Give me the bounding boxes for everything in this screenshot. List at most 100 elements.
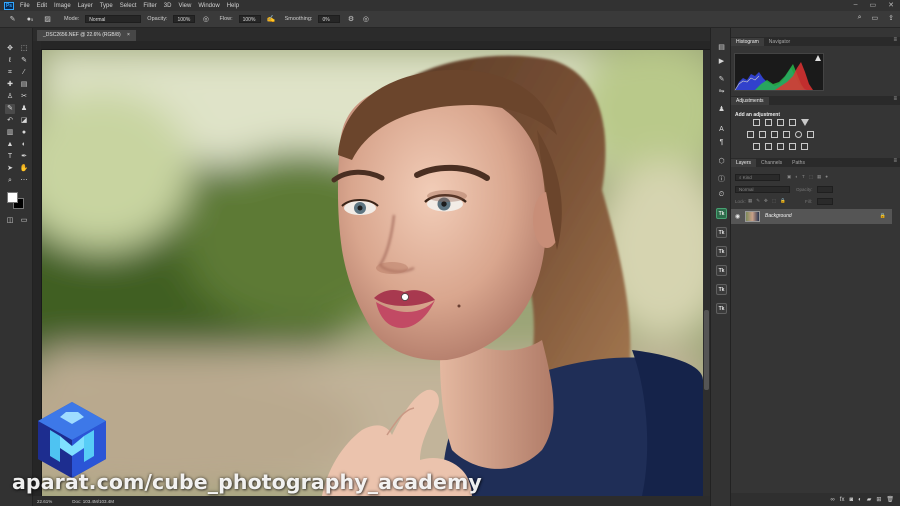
ruler-tool-icon[interactable]: ▤ [19,80,29,90]
menu-edit[interactable]: Edit [37,3,47,9]
play-actions-icon[interactable]: ▶ [716,56,727,67]
vibrance-icon[interactable] [801,119,809,126]
minimize-button[interactable]: – [854,1,858,9]
brush-panel-icon[interactable]: ▨ [43,15,52,24]
brush-size-picker-icon[interactable]: ● 5 [23,15,37,24]
menu-type[interactable]: Type [100,3,113,9]
new-layer-icon[interactable]: ⊞ [876,496,881,503]
tk-panel-icon-2[interactable]: Tk [716,227,727,238]
quick-select-tool-icon[interactable]: ✎ [19,56,29,66]
gradient-tool-icon[interactable]: ▥ [5,128,15,138]
zoom-tool-icon[interactable]: ⌕ [5,176,15,186]
smoothing-settings-gear-icon[interactable]: ⚙ [346,15,355,24]
layer-filter-icons[interactable]: ▣◐T⬚▦● [787,174,832,180]
layer-opacity-field[interactable] [817,186,833,193]
menu-filter[interactable]: Filter [143,3,156,9]
layer-style-icon[interactable]: fx [840,497,845,503]
healing-tool-icon[interactable]: ✚ [5,80,15,90]
tk-panel-icon-4[interactable]: Tk [716,265,727,276]
tab-navigator[interactable]: Navigator [764,38,795,46]
menu-layer[interactable]: Layer [78,3,93,9]
menu-3d[interactable]: 3D [164,3,172,9]
foreground-color-swatch[interactable] [7,192,18,203]
group-icon[interactable]: ▰ [867,496,872,503]
eraser-tool-icon[interactable]: ◪ [19,116,29,126]
delete-layer-icon[interactable]: 🗑 [886,496,894,503]
channel-mixer-icon[interactable] [795,131,802,138]
search-icon[interactable]: ⌕ [858,14,862,22]
close-button[interactable]: ✕ [888,1,894,9]
canvas-vertical-scrollbar[interactable] [703,50,710,496]
path-select-tool-icon[interactable]: ➤ [5,164,15,174]
maximize-button[interactable]: ▭ [870,1,877,9]
zoom-level[interactable]: 22.61% [37,499,52,504]
menu-file[interactable]: File [20,3,30,9]
tab-layers[interactable]: Layers [731,159,757,167]
menu-select[interactable]: Select [120,3,137,9]
link-layers-icon[interactable]: ∞ [831,497,835,503]
eyedropper-tool-icon[interactable]: ⁄ [19,68,29,78]
color-balance-icon[interactable] [759,131,766,138]
tk-panel-icon-3[interactable]: Tk [716,246,727,257]
blur-tool-icon[interactable]: ● [19,128,29,138]
layer-visibility-eye-icon[interactable]: ◉ [735,213,740,220]
menu-view[interactable]: View [178,3,191,9]
tab-paths[interactable]: Paths [787,159,810,167]
menu-help[interactable]: Help [227,3,239,9]
gradient-map-icon[interactable] [789,143,796,150]
curves-icon[interactable] [777,119,784,126]
document-tab-close-icon[interactable]: × [127,32,130,38]
color-lookup-icon[interactable] [807,131,814,138]
3d-panel-icon[interactable]: ⬡ [716,156,727,167]
clone-source-icon[interactable]: ♟ [716,104,727,115]
patch-tool-icon[interactable]: ✂ [19,92,29,102]
sharpen-tool-icon[interactable]: ▲ [5,140,15,150]
brush-tool-preset-icon[interactable]: ✎ [8,15,17,24]
menu-window[interactable]: Window [198,3,219,9]
selective-color-icon[interactable] [801,143,808,150]
tk-panel-icon[interactable]: Tk [716,208,727,219]
panel-menu-icon[interactable]: ≡ [893,37,897,43]
document-tab[interactable]: _DSC2656.NEF @ 22.6% (RGB/8) × [37,30,136,41]
add-mask-icon[interactable]: ◙ [849,497,853,503]
document-canvas[interactable] [42,50,703,496]
screen-mode-icon[interactable]: ▭ [19,216,29,226]
layer-name[interactable]: Background [765,213,792,219]
photo-filter-icon[interactable] [783,131,790,138]
smoothing-field[interactable]: 0% [318,15,341,23]
hand-tool-icon[interactable]: ✋ [19,164,29,174]
move-tool-icon[interactable]: ✥ [5,44,15,54]
hue-saturation-icon[interactable] [747,131,754,138]
menu-image[interactable]: Image [54,3,71,9]
histogram-warning-icon[interactable] [815,55,821,61]
tk-panel-icon-5[interactable]: Tk [716,284,727,295]
paragraph-panel-icon[interactable]: ¶ [716,137,727,148]
adjust-icon[interactable]: ⇋ [716,86,727,97]
pressure-size-icon[interactable]: ◎ [361,15,370,24]
tk-panel-icon-6[interactable]: Tk [716,303,727,314]
history-panel-icon[interactable]: ▤ [716,42,727,53]
info-panel-icon[interactable]: ⓘ [716,174,727,185]
blend-mode-select[interactable]: Normal [735,186,790,193]
type-tool-icon[interactable]: T [5,152,15,162]
stamp-tool-icon[interactable]: ♟ [19,104,29,114]
mode-select[interactable]: Normal [85,15,142,23]
pressure-opacity-icon[interactable]: ◎ [201,15,210,24]
crop-tool-icon[interactable]: ⌗ [5,68,15,78]
exposure-icon[interactable] [789,119,796,126]
flow-field[interactable]: 100% [238,15,261,23]
adjustments-menu-icon[interactable]: ≡ [893,96,897,102]
pen-tool-icon[interactable]: ✒ [19,152,29,162]
timeline-panel-icon[interactable]: ⏲ [716,189,727,200]
layers-menu-icon[interactable]: ≡ [893,158,897,164]
layer-filter-kind[interactable]: ⌕ Kind [735,174,780,181]
brush-tool-icon[interactable]: ✎ [5,104,15,114]
lock-icons[interactable]: ▦✎✥⬚🔒 [748,198,790,204]
airbrush-icon[interactable]: ✍ [267,15,276,24]
layer-row-background[interactable]: ◉ Background 🔒 [731,209,892,224]
share-icon[interactable]: ⇪ [888,14,894,22]
clone-stamp-tool-icon[interactable]: ♙ [5,92,15,102]
canvas-scroll-thumb[interactable] [704,310,709,390]
tab-channels[interactable]: Channels [756,159,787,167]
adjustment-layer-icon[interactable]: ◐ [858,497,862,503]
